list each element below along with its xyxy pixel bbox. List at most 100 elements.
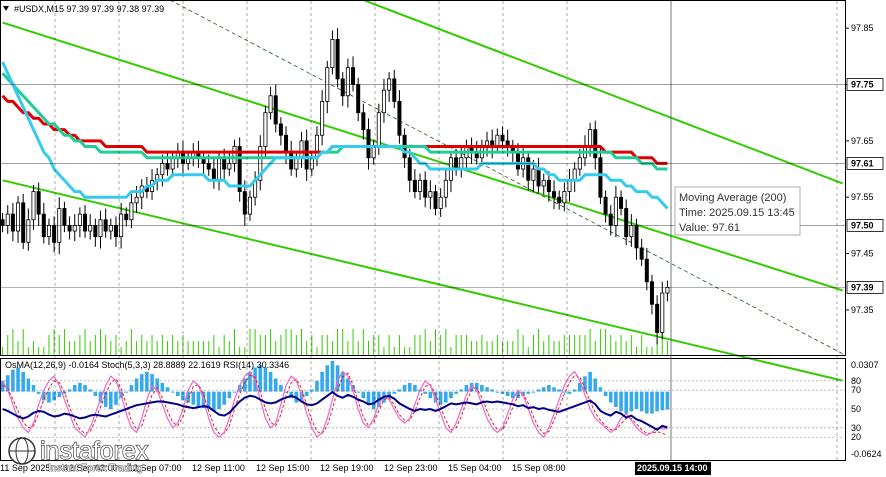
candle-body[interactable] [21, 202, 26, 243]
osma-bar [371, 391, 376, 410]
candle-body[interactable] [366, 129, 371, 159]
osma-bar [464, 385, 469, 392]
candle-body[interactable] [263, 112, 268, 147]
candle-body[interactable] [211, 168, 216, 181]
candle-body[interactable] [278, 123, 283, 136]
candle-body[interactable] [433, 191, 438, 209]
candle-body[interactable] [443, 179, 448, 198]
candle-body[interactable] [232, 146, 237, 164]
candle-body[interactable] [345, 67, 350, 97]
candle-body[interactable] [160, 163, 165, 176]
candle-body[interactable] [619, 196, 624, 209]
candle-body[interactable] [572, 168, 577, 181]
candle-body[interactable] [77, 213, 82, 226]
candle-body[interactable] [531, 168, 536, 181]
candle-body[interactable] [639, 247, 644, 260]
candle-body[interactable] [562, 191, 567, 204]
candle-body[interactable] [5, 213, 10, 226]
candle-body[interactable] [634, 224, 639, 249]
candle-body[interactable] [206, 163, 211, 170]
candle-body[interactable] [10, 213, 15, 232]
osma-bar [83, 385, 87, 392]
candle-body[interactable] [588, 129, 593, 147]
candle-body[interactable] [273, 95, 278, 125]
candle-body[interactable] [0, 219, 5, 226]
candle-body[interactable] [613, 196, 618, 226]
candle-body[interactable] [124, 213, 129, 221]
candle-body[interactable] [330, 39, 335, 69]
candle-body[interactable] [36, 191, 41, 215]
tooltip-line: Moving Average (200) [679, 192, 786, 204]
candle-body[interactable] [227, 163, 232, 170]
candle-body[interactable] [217, 157, 222, 181]
candle-body[interactable] [665, 286, 670, 294]
candle-body[interactable] [552, 191, 557, 198]
candle-body[interactable] [16, 202, 21, 232]
candle-body[interactable] [624, 208, 629, 238]
candle-body[interactable] [67, 224, 72, 232]
candle-body[interactable] [320, 101, 325, 136]
candle-body[interactable] [655, 303, 660, 333]
candle-body[interactable] [93, 224, 98, 238]
osma-bar [176, 391, 180, 397]
candle-body[interactable] [428, 191, 433, 198]
osma-bar [57, 391, 62, 398]
osma-bar [139, 374, 144, 392]
candle-body[interactable] [284, 134, 289, 153]
candle-body[interactable] [62, 208, 67, 226]
candle-body[interactable] [356, 84, 361, 114]
candle-body[interactable] [83, 213, 88, 232]
candle-body[interactable] [392, 78, 397, 102]
candle-body[interactable] [134, 196, 139, 204]
candle-body[interactable] [361, 112, 366, 131]
candle-body[interactable] [242, 191, 247, 215]
candle-body[interactable] [541, 179, 546, 187]
candle-body[interactable] [268, 95, 273, 114]
candle-body[interactable] [129, 202, 134, 221]
candle-body[interactable] [46, 224, 51, 238]
osma-bar [541, 387, 546, 392]
candle-body[interactable] [247, 196, 252, 215]
logo-name: instaforex [40, 437, 149, 465]
candle-body[interactable] [31, 191, 36, 221]
candle-body[interactable] [381, 89, 386, 114]
candle-body[interactable] [113, 224, 118, 238]
candle-body[interactable] [289, 151, 294, 170]
candle-body[interactable] [304, 140, 309, 170]
candle-body[interactable] [376, 112, 381, 147]
candle-body[interactable] [500, 134, 505, 142]
tooltip-line: Time: 2025.09.15 13:45 [679, 207, 795, 219]
candle-body[interactable] [418, 179, 423, 192]
candle-body[interactable] [495, 134, 500, 147]
candle-body[interactable] [88, 224, 93, 232]
candle-body[interactable] [423, 179, 428, 198]
candle-body[interactable] [644, 258, 649, 283]
candle-body[interactable] [108, 224, 113, 232]
candle-body[interactable] [515, 151, 520, 170]
candle-body[interactable] [546, 179, 551, 192]
candle-body[interactable] [98, 219, 103, 238]
candle-body[interactable] [299, 140, 304, 159]
candle-body[interactable] [608, 213, 613, 226]
candle-body[interactable] [26, 219, 31, 243]
candle-body[interactable] [526, 157, 531, 181]
candle-body[interactable] [351, 67, 356, 85]
candle-body[interactable] [340, 78, 345, 97]
candle-body[interactable] [567, 179, 572, 192]
candle-body[interactable] [335, 39, 340, 80]
candle-body[interactable] [629, 224, 634, 238]
candle-body[interactable] [52, 224, 57, 243]
candle-body[interactable] [407, 157, 412, 181]
candle-body[interactable] [438, 196, 443, 209]
candle-body[interactable] [536, 168, 541, 187]
candle-body[interactable] [165, 163, 170, 170]
candle-body[interactable] [397, 101, 402, 136]
indicator-axis-label: 50 [851, 404, 861, 414]
candle-body[interactable] [660, 292, 665, 333]
candle-body[interactable] [72, 224, 77, 232]
candle-body[interactable] [649, 281, 654, 305]
x-tick-label: 15 Sep 08:00 [512, 463, 566, 473]
candle-body[interactable] [603, 196, 608, 215]
candle-body[interactable] [412, 179, 417, 192]
candle-body[interactable] [557, 196, 562, 204]
